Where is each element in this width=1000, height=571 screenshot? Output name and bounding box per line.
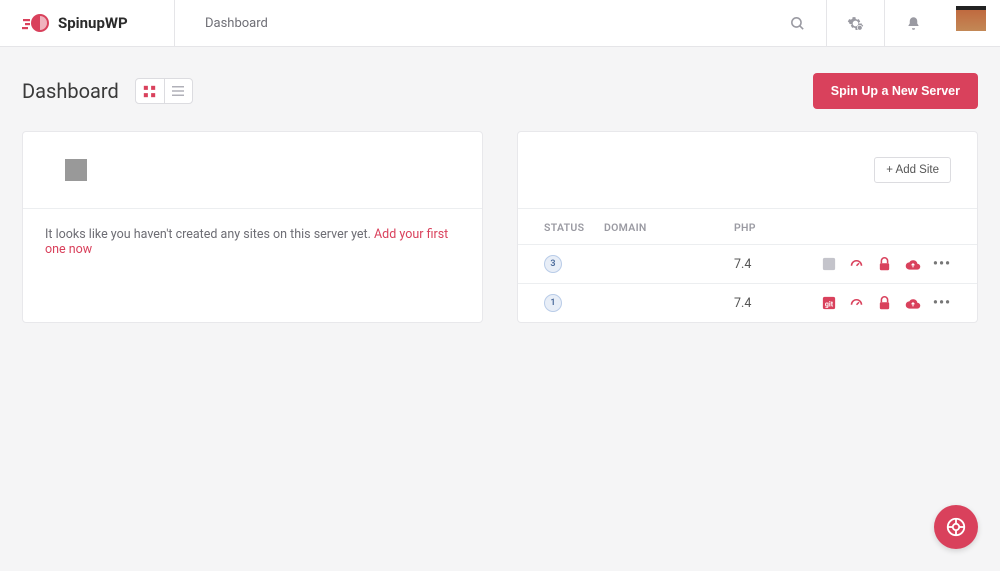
brand-area[interactable]: SpinupWP bbox=[0, 0, 175, 46]
card-header: + Add Site bbox=[518, 132, 977, 208]
php-cell: 7.4 bbox=[734, 257, 794, 272]
cache-icon[interactable] bbox=[849, 256, 865, 272]
notifications-button[interactable] bbox=[884, 0, 942, 46]
breadcrumb[interactable]: Dashboard bbox=[175, 16, 768, 31]
git-icon[interactable]: git bbox=[821, 295, 837, 311]
add-site-button[interactable]: + Add Site bbox=[874, 157, 951, 183]
search-button[interactable] bbox=[768, 0, 826, 46]
site-row[interactable]: 1 7.4 git ••• bbox=[518, 283, 977, 322]
lock-icon[interactable] bbox=[877, 256, 893, 272]
grid-view-button[interactable] bbox=[136, 79, 164, 103]
backup-icon[interactable] bbox=[905, 256, 921, 272]
server-cards: It looks like you haven't created any si… bbox=[0, 131, 1000, 323]
empty-text: It looks like you haven't created any si… bbox=[45, 227, 374, 242]
page-header: Dashboard Spin Up a New Server bbox=[0, 47, 1000, 131]
col-domain: DOMAIN bbox=[604, 221, 734, 234]
server-card-empty: It looks like you haven't created any si… bbox=[22, 131, 483, 323]
page-title: Dashboard bbox=[22, 79, 119, 103]
more-actions-button[interactable]: ••• bbox=[933, 256, 951, 272]
topbar: SpinupWP Dashboard bbox=[0, 0, 1000, 47]
more-actions-button[interactable]: ••• bbox=[933, 295, 951, 311]
brand-name: SpinupWP bbox=[58, 14, 128, 32]
svg-text:git: git bbox=[825, 301, 834, 309]
cache-icon[interactable] bbox=[849, 295, 865, 311]
help-button[interactable] bbox=[934, 505, 978, 549]
git-icon[interactable] bbox=[821, 256, 837, 272]
card-header bbox=[23, 132, 482, 208]
status-badge: 1 bbox=[544, 294, 562, 312]
col-php: PHP bbox=[734, 221, 794, 234]
user-menu[interactable] bbox=[942, 0, 1000, 46]
list-view-button[interactable] bbox=[164, 79, 192, 103]
empty-sites-message: It looks like you haven't created any si… bbox=[23, 208, 482, 281]
settings-button[interactable] bbox=[826, 0, 884, 46]
provider-icon bbox=[65, 159, 87, 181]
col-status: STATUS bbox=[544, 221, 604, 234]
server-card-sites: + Add Site STATUS DOMAIN PHP 3 7.4 ••• 1… bbox=[517, 131, 978, 323]
row-actions: ••• bbox=[821, 256, 951, 272]
site-row[interactable]: 3 7.4 ••• bbox=[518, 244, 977, 283]
sites-table-header: STATUS DOMAIN PHP bbox=[518, 208, 977, 244]
backup-icon[interactable] bbox=[905, 295, 921, 311]
view-toggle bbox=[135, 78, 193, 104]
avatar bbox=[956, 6, 986, 31]
topbar-actions bbox=[768, 0, 1000, 46]
spin-up-server-button[interactable]: Spin Up a New Server bbox=[813, 73, 978, 109]
php-cell: 7.4 bbox=[734, 296, 794, 311]
status-badge: 3 bbox=[544, 255, 562, 273]
spinupwp-logo-icon bbox=[22, 11, 50, 35]
lock-icon[interactable] bbox=[877, 295, 893, 311]
row-actions: git ••• bbox=[821, 295, 951, 311]
